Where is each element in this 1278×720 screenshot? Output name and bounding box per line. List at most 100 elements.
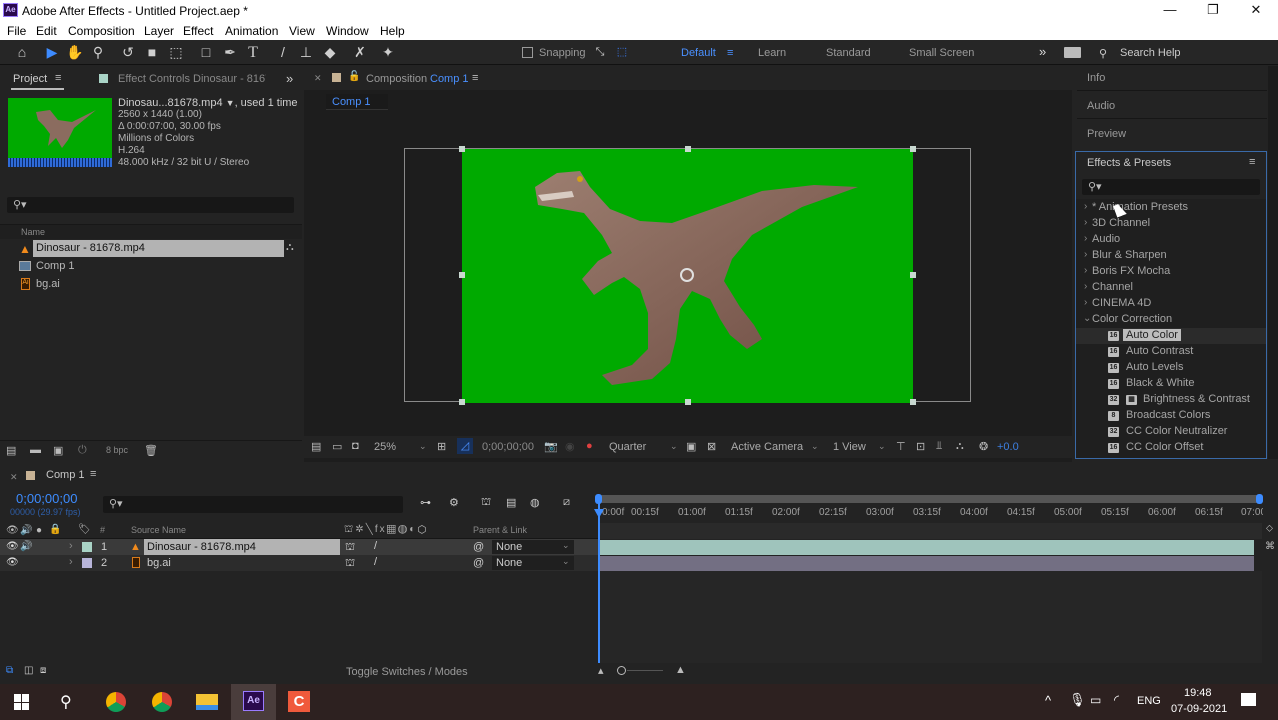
workspace-menu-icon[interactable]: ≡	[727, 47, 733, 59]
resolution-dropdown[interactable]: Quarter	[609, 441, 646, 453]
effect-item[interactable]: 16 Black & White	[1076, 376, 1266, 392]
workspace-overflow-icon[interactable]: »	[1039, 44, 1046, 59]
effects-category[interactable]: › Audio	[1076, 232, 1266, 248]
effects-category[interactable]: › 3D Channel	[1076, 216, 1266, 232]
clock-date[interactable]: 07-09-2021	[1171, 703, 1227, 715]
expand-chevron-icon[interactable]: ›	[69, 540, 73, 552]
camtasia-icon[interactable]: C	[288, 691, 310, 712]
effects-category[interactable]: › CINEMA 4D	[1076, 296, 1266, 312]
puppet-tool-icon[interactable]: ✦	[378, 43, 398, 62]
file-explorer-icon[interactable]	[196, 694, 218, 710]
layer-row[interactable]: 👁 › 2 bg.ai ⛫ / @ None ⌄	[0, 555, 598, 571]
rotate-tool-icon[interactable]: ↺	[118, 43, 138, 62]
menu-file[interactable]: File	[7, 24, 26, 38]
selection-tool-icon[interactable]: ▶	[42, 43, 62, 62]
project-settings-icon[interactable]: ⏻	[78, 444, 87, 457]
search-help-input[interactable]: Search Help	[1120, 47, 1181, 59]
expand-chevron-icon[interactable]: ›	[69, 556, 73, 568]
pick-whip-icon[interactable]: @	[473, 557, 484, 569]
transform-handle[interactable]	[910, 399, 916, 405]
reset-exposure-icon[interactable]: ❂	[979, 440, 988, 453]
toggle-switches-modes-button[interactable]: Toggle Switches / Modes	[346, 666, 468, 678]
timeline-tab[interactable]: Comp 1	[46, 469, 85, 481]
timeline-icon[interactable]: ⫫	[936, 440, 942, 453]
time-ruler[interactable]: 0:00f 00:15f 01:00f 01:15f 02:00f 02:15f…	[598, 503, 1263, 525]
in-out-duration-icon[interactable]: ⧈	[40, 665, 46, 676]
label-icon[interactable]: 🏷	[78, 524, 91, 535]
new-folder-icon[interactable]: ▬	[30, 444, 41, 456]
delete-icon[interactable]: 🗑	[144, 444, 158, 457]
workspace-learn[interactable]: Learn	[758, 47, 786, 59]
menu-view[interactable]: View	[289, 24, 315, 38]
effects-category[interactable]: › Blur & Sharpen	[1076, 248, 1266, 264]
battery-icon[interactable]: ▭	[1090, 693, 1101, 707]
effects-search-input[interactable]: ⚲▾	[1082, 179, 1260, 195]
menu-effect[interactable]: Effect	[183, 24, 213, 38]
breadcrumb-comp[interactable]: Comp 1	[332, 96, 371, 108]
pan-behind-tool-icon[interactable]: ⬚	[166, 43, 186, 62]
always-preview-icon[interactable]: ▤	[311, 440, 321, 453]
transform-handle[interactable]	[910, 272, 916, 278]
tab-effect-controls[interactable]: Effect Controls Dinosaur - 81678	[118, 73, 266, 85]
composition-viewer[interactable]	[462, 149, 913, 403]
exposure-value[interactable]: +0.0	[997, 441, 1019, 453]
quality-switch-icon[interactable]: /	[374, 540, 377, 552]
transform-handle[interactable]	[459, 272, 465, 278]
layer-bar-bg[interactable]	[600, 556, 1254, 571]
chrome-icon[interactable]	[106, 692, 126, 712]
effect-item[interactable]: 32 ▦ Brightness & Contrast	[1076, 392, 1266, 408]
effect-item[interactable]: 32 CC Color Neutralizer	[1076, 424, 1266, 440]
frame-blending-icon[interactable]: ▤	[506, 496, 516, 509]
close-button[interactable]: ✕	[1236, 0, 1276, 21]
type-tool-icon[interactable]: T	[243, 43, 263, 62]
close-tab-icon[interactable]: ✕	[314, 73, 322, 84]
rectangle-tool-icon[interactable]: □	[196, 43, 216, 62]
camera-dropdown[interactable]: Active Camera	[731, 441, 803, 453]
quality-switch-icon[interactable]: /	[374, 556, 377, 568]
search-icon[interactable]: ⚲	[60, 692, 72, 712]
effects-category[interactable]: › Channel	[1076, 280, 1266, 296]
current-time-indicator[interactable]	[598, 503, 600, 663]
effects-category[interactable]: › * Animation Presets	[1076, 200, 1266, 216]
info-panel-tab[interactable]: Info	[1087, 72, 1105, 84]
menu-composition[interactable]: Composition	[68, 24, 135, 38]
clone-stamp-tool-icon[interactable]: ⊥	[296, 43, 316, 62]
flowchart-icon[interactable]: ⛬	[956, 440, 964, 453]
region-of-interest-icon[interactable]: ▣	[686, 440, 696, 453]
windows-start-icon[interactable]	[14, 694, 30, 710]
video-visibility-icon[interactable]: 👁	[6, 525, 19, 536]
current-time-display[interactable]: 0;00;00;00	[482, 441, 534, 453]
zoom-tool-icon[interactable]: ⚲	[88, 43, 108, 62]
effects-menu-icon[interactable]: ≡	[1249, 156, 1255, 168]
transfer-controls-icon[interactable]: ◫	[24, 665, 33, 676]
project-item[interactable]: Ai bg.ai	[0, 276, 302, 293]
transform-handle[interactable]	[459, 146, 465, 152]
layer-link-icon[interactable]: ⌘	[1265, 541, 1275, 552]
shy-switch-icon[interactable]: ⛫	[345, 557, 355, 571]
composition-breadcrumb[interactable]: Comp 1	[326, 94, 388, 110]
timeline-search-input[interactable]: ⚲▾	[103, 496, 403, 513]
camera-tool-icon[interactable]: ■	[142, 43, 162, 62]
effect-item[interactable]: 8 Broadcast Colors	[1076, 408, 1266, 424]
lock-icon[interactable]: 🔓	[348, 71, 360, 82]
layer-label-color[interactable]	[82, 558, 92, 568]
interpret-footage-icon[interactable]: ▤	[6, 444, 16, 457]
project-item[interactable]: Comp 1	[0, 258, 302, 275]
audio-icon[interactable]: 🔊	[20, 541, 32, 552]
project-menu-icon[interactable]: ≡	[55, 72, 61, 84]
effects-category[interactable]: › Boris FX Mocha	[1076, 264, 1266, 280]
composition-tab-prefix[interactable]: Composition	[366, 73, 427, 85]
draft-3d-icon[interactable]: ⚙	[449, 496, 459, 509]
microphone-icon[interactable]: 🎙	[1069, 692, 1086, 708]
composition-tab-name[interactable]: Comp 1	[430, 73, 469, 85]
after-effects-taskbar-icon[interactable]: Ae	[243, 691, 264, 711]
snapping-checkbox[interactable]	[522, 47, 533, 58]
pick-whip-icon[interactable]: @	[473, 541, 484, 553]
solo-icon[interactable]: ●	[36, 525, 42, 536]
clock-time[interactable]: 19:48	[1184, 687, 1212, 699]
close-tab-icon[interactable]: ✕	[10, 472, 18, 483]
snap-feather-icon[interactable]: ⬚	[612, 43, 632, 62]
minimize-button[interactable]: —	[1150, 0, 1190, 21]
menu-animation[interactable]: Animation	[225, 24, 278, 38]
show-hidden-icons-icon[interactable]: ^	[1045, 693, 1051, 708]
